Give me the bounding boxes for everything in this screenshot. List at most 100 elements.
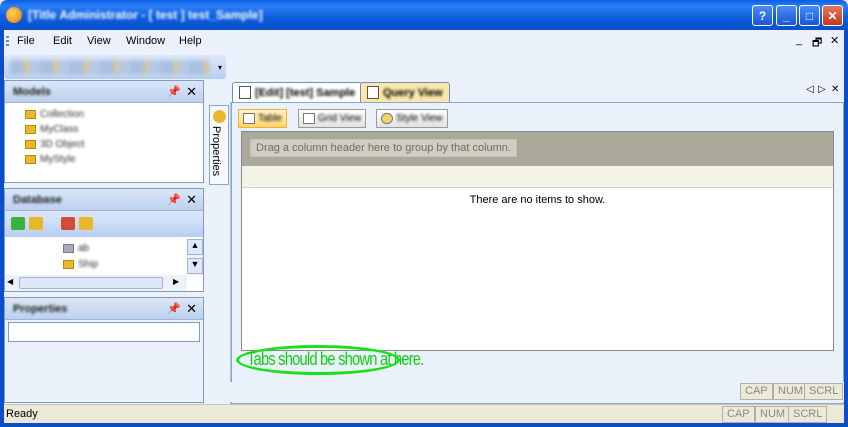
status-text: Ready: [6, 408, 38, 420]
folder-icon: [25, 124, 36, 134]
tab-query-view[interactable]: Query View: [360, 82, 450, 102]
num-indicator: NUM: [755, 406, 791, 423]
database-icon: [381, 113, 393, 124]
tree-item-label: ab: [78, 242, 90, 254]
tree-item-label: Collection: [40, 108, 84, 120]
tree-item-label: MyStyle: [40, 153, 76, 165]
folder-add-icon[interactable]: [29, 217, 43, 230]
title-bar[interactable]: [Title Administrator - [ test ] test_Sam…: [0, 0, 848, 30]
close-icon[interactable]: ✕: [186, 192, 197, 208]
models-panel-title: Models: [13, 86, 51, 98]
menu-bar: File Edit View Window Help _ 🗗 ✕: [4, 30, 844, 54]
scroll-left-icon[interactable]: ◀: [7, 277, 13, 286]
style-view-button[interactable]: Style View: [376, 109, 448, 128]
toolbar-overflow-icon[interactable]: ▾: [218, 63, 222, 72]
folder-icon: [25, 139, 36, 149]
menu-file[interactable]: File: [17, 35, 35, 47]
view-button-label: Table: [258, 113, 282, 124]
tree-item[interactable]: MyStyle: [25, 152, 76, 166]
grid-icon: [303, 113, 315, 124]
scroll-right-icon[interactable]: ▶: [173, 277, 179, 286]
database-panel-title: Database: [13, 194, 62, 206]
main-toolbar: ▾: [4, 55, 226, 79]
table-icon: [63, 259, 74, 269]
data-grid[interactable]: Drag a column header here to group by th…: [241, 131, 834, 351]
tab-label: Query View: [383, 86, 443, 99]
tab-label: [Edit] [test] Sample: [255, 86, 356, 99]
close-icon[interactable]: ✕: [186, 84, 197, 100]
refresh-icon[interactable]: [79, 217, 93, 230]
scroll-indicator: SCRL: [788, 406, 828, 423]
table-icon: [243, 113, 255, 124]
properties-icon: [213, 110, 226, 123]
properties-panel-title: Properties: [13, 303, 68, 315]
grid-view-button[interactable]: Grid View: [298, 109, 367, 128]
close-icon[interactable]: ✕: [186, 301, 197, 317]
folder-icon: [25, 154, 36, 164]
minimize-button[interactable]: _: [776, 5, 797, 26]
toolbar-buttons[interactable]: [10, 60, 210, 74]
pin-icon[interactable]: 📌: [167, 85, 181, 98]
status-bar: Ready CAP NUM SCRL: [4, 404, 844, 423]
tree-item[interactable]: MyClass: [25, 122, 78, 136]
group-by-hint: Drag a column header here to group by th…: [250, 139, 517, 157]
window-title: [Title Administrator - [ test ] test_Sam…: [28, 8, 263, 22]
caps-indicator: CAP: [722, 406, 755, 423]
tab-edit-sample[interactable]: [Edit] [test] Sample: [232, 82, 363, 102]
scroll-down-icon[interactable]: ▼: [187, 258, 203, 274]
properties-panel-header: Properties 📌 ✕: [5, 298, 203, 320]
vertical-scrollbar[interactable]: ▲ ▼: [187, 239, 203, 275]
caps-indicator: CAP: [740, 383, 773, 400]
menu-grip-icon[interactable]: [6, 36, 9, 48]
group-by-panel[interactable]: Drag a column header here to group by th…: [242, 132, 833, 166]
mdi-restore-button[interactable]: 🗗: [812, 34, 822, 53]
maximize-button[interactable]: □: [799, 5, 820, 26]
add-icon[interactable]: [11, 217, 25, 230]
table-view-button[interactable]: Table: [238, 109, 287, 128]
tab-close-icon[interactable]: ✕: [831, 84, 839, 95]
tree-item-label: 3D Object: [40, 138, 85, 150]
delete-icon[interactable]: [61, 217, 75, 230]
menu-help[interactable]: Help: [179, 35, 202, 47]
tab-scroll-left-icon[interactable]: ◁: [806, 84, 814, 95]
tree-item[interactable]: Collection: [25, 107, 84, 121]
pin-icon[interactable]: 📌: [167, 193, 181, 206]
inner-status-bar: CAP NUM SCRL: [208, 382, 844, 402]
properties-panel: Properties 📌 ✕: [4, 297, 204, 403]
pin-icon[interactable]: 📌: [167, 302, 181, 315]
mdi-close-button[interactable]: ✕: [830, 34, 839, 47]
database-toolbar: [5, 211, 203, 237]
mdi-minimize-button[interactable]: _: [796, 34, 802, 46]
annotation-text: Tabs should be shown at here.: [247, 349, 424, 369]
properties-side-tab[interactable]: Properties: [209, 105, 229, 185]
document-icon: [239, 86, 251, 99]
scroll-up-icon[interactable]: ▲: [187, 239, 203, 255]
tab-scroll-right-icon[interactable]: ▷: [818, 84, 826, 95]
view-button-label: Style View: [396, 113, 443, 124]
tree-item-label: MyClass: [40, 123, 79, 135]
horizontal-scrollbar[interactable]: ◀ ▶: [5, 275, 187, 291]
tree-item-label: Ship: [78, 258, 99, 270]
scroll-indicator: SCRL: [804, 383, 844, 400]
document-tab-strip: [Edit] [test] Sample Query View ◁ ▷ ✕: [208, 81, 844, 102]
properties-selector[interactable]: [8, 322, 200, 342]
app-icon: [6, 7, 22, 23]
menu-view[interactable]: View: [87, 35, 111, 47]
column-header-row[interactable]: [242, 166, 833, 188]
database-panel-header: Database 📌 ✕: [5, 189, 203, 211]
num-indicator: NUM: [773, 383, 809, 400]
document-icon: [367, 86, 379, 99]
menu-window[interactable]: Window: [126, 35, 165, 47]
view-button-label: Grid View: [318, 113, 362, 124]
scroll-thumb[interactable]: [19, 277, 163, 289]
models-panel-header: Models 📌 ✕: [5, 81, 203, 103]
tree-item[interactable]: ab: [63, 241, 89, 255]
menu-edit[interactable]: Edit: [53, 35, 72, 47]
models-panel: Models 📌 ✕ Collection MyClass 3D Object …: [4, 80, 204, 183]
close-button[interactable]: ✕: [822, 5, 843, 26]
help-button[interactable]: ?: [752, 5, 773, 26]
view-mode-bar: Table Grid View Style View: [236, 107, 836, 129]
table-icon: [63, 243, 74, 253]
tree-item[interactable]: 3D Object: [25, 137, 84, 151]
tree-item[interactable]: Ship: [63, 257, 98, 271]
